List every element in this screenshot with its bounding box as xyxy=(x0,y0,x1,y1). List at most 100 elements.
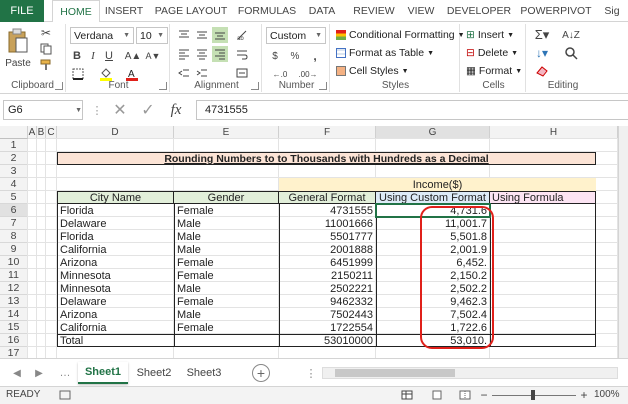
vertical-scrollbar[interactable] xyxy=(618,126,628,358)
zoom-out-icon[interactable]: − xyxy=(478,388,490,402)
general-format-cell[interactable]: 9462332 xyxy=(279,295,376,308)
increase-font-icon[interactable]: A▲ xyxy=(125,48,142,64)
currency-icon[interactable]: $ xyxy=(266,48,284,64)
align-right-icon[interactable] xyxy=(212,46,228,62)
row-header[interactable]: 10 xyxy=(0,256,28,269)
format-as-table-button[interactable]: Format as Table ▼ xyxy=(336,45,434,61)
formula-input[interactable]: 4731555 xyxy=(196,100,628,120)
add-sheet-icon[interactable]: + xyxy=(252,364,270,382)
city-cell[interactable]: Arizona xyxy=(57,256,174,269)
city-cell[interactable]: California xyxy=(57,243,174,256)
tab-insert[interactable]: INSERT xyxy=(104,0,144,22)
general-format-cell[interactable]: 1722554 xyxy=(279,321,376,334)
previous-sheet-icon[interactable]: ◀ xyxy=(10,365,24,381)
total-label[interactable]: Total xyxy=(57,334,174,347)
decrease-indent-icon[interactable] xyxy=(176,65,192,81)
fill-icon[interactable]: ↓▾ xyxy=(532,45,552,61)
gender-cell[interactable]: Female xyxy=(174,204,279,217)
percent-icon[interactable]: % xyxy=(286,48,304,64)
format-cells-button[interactable]: ▦ Format ▼ xyxy=(466,63,522,79)
gender-cell[interactable]: Male xyxy=(174,230,279,243)
conditional-formatting-button[interactable]: Conditional Formatting ▼ xyxy=(336,27,465,43)
row-header[interactable]: 9 xyxy=(0,243,28,256)
select-all-corner[interactable] xyxy=(0,126,28,139)
general-format-cell[interactable]: 4731555 xyxy=(279,204,376,217)
decrease-font-icon[interactable]: A▼ xyxy=(146,48,161,64)
row-header[interactable]: 4 xyxy=(0,178,28,191)
enter-icon[interactable]: ✓ xyxy=(138,101,158,119)
increase-indent-icon[interactable] xyxy=(194,65,210,81)
clipboard-launcher-icon[interactable] xyxy=(55,82,63,90)
more-options-icon[interactable]: ⋮ xyxy=(92,102,103,118)
row-header[interactable]: 12 xyxy=(0,282,28,295)
align-center-icon[interactable] xyxy=(194,46,210,62)
tab-sig[interactable]: Sig xyxy=(598,0,626,22)
general-format-cell[interactable]: 2001888 xyxy=(279,243,376,256)
tab-page-layout[interactable]: PAGE LAYOUT xyxy=(152,0,230,22)
tab-home[interactable]: HOME xyxy=(52,0,100,23)
align-left-icon[interactable] xyxy=(176,46,192,62)
tab-powerpivot[interactable]: POWERPIVOT xyxy=(518,0,594,22)
row-header[interactable]: 2 xyxy=(0,152,28,165)
macro-record-icon[interactable] xyxy=(58,388,72,402)
align-middle-icon[interactable] xyxy=(194,27,210,43)
gender-cell[interactable]: Male xyxy=(174,282,279,295)
gender-cell[interactable]: Male xyxy=(174,243,279,256)
row-header[interactable]: 16 xyxy=(0,334,28,347)
paste-icon[interactable] xyxy=(4,26,32,56)
sheet-tab-sheet2[interactable]: Sheet2 xyxy=(132,362,176,384)
bold-icon[interactable]: B xyxy=(70,48,84,64)
tab-view[interactable]: VIEW xyxy=(404,0,438,22)
copy-icon[interactable] xyxy=(38,42,54,56)
city-cell[interactable]: Delaware xyxy=(57,217,174,230)
cell-styles-button[interactable]: Cell Styles ▼ xyxy=(336,63,409,79)
align-bottom-icon[interactable] xyxy=(212,27,228,43)
general-format-cell[interactable]: 7502443 xyxy=(279,308,376,321)
gender-cell[interactable]: Female xyxy=(174,295,279,308)
city-cell[interactable]: Florida xyxy=(57,204,174,217)
city-cell[interactable]: Florida xyxy=(57,230,174,243)
page-layout-view-icon[interactable] xyxy=(430,388,444,402)
city-cell[interactable]: Delaware xyxy=(57,295,174,308)
total-general[interactable]: 53010000 xyxy=(279,334,376,347)
general-format-cell[interactable]: 2150211 xyxy=(279,269,376,282)
align-top-icon[interactable] xyxy=(176,27,192,43)
clear-icon[interactable] xyxy=(532,63,552,79)
row-header[interactable]: 14 xyxy=(0,308,28,321)
city-cell[interactable]: Minnesota xyxy=(57,282,174,295)
horizontal-scrollbar[interactable] xyxy=(322,367,618,379)
city-cell[interactable]: Minnesota xyxy=(57,269,174,282)
insert-function-icon[interactable]: fx xyxy=(164,101,188,119)
font-size-select[interactable]: 10 ▼ xyxy=(136,27,168,44)
zoom-slider-thumb[interactable] xyxy=(531,390,535,400)
more-options-icon[interactable]: ⋮ xyxy=(306,365,317,381)
more-sheets-icon[interactable]: … xyxy=(60,365,71,381)
tab-developer[interactable]: DEVELOPER xyxy=(446,0,512,22)
delete-cells-button[interactable]: ⊟ Delete ▼ xyxy=(466,45,518,61)
font-name-select[interactable]: Verdana ▼ xyxy=(70,27,134,44)
row-header-selected[interactable]: 6 xyxy=(0,204,28,217)
gender-cell[interactable]: Male xyxy=(174,217,279,230)
merge-center-icon[interactable] xyxy=(234,65,250,81)
gender-cell[interactable]: Male xyxy=(174,308,279,321)
orientation-icon[interactable]: ab xyxy=(234,27,250,43)
tab-review[interactable]: REVIEW xyxy=(350,0,398,22)
row-header[interactable]: 5 xyxy=(0,191,28,204)
cancel-icon[interactable]: ✕ xyxy=(110,101,130,119)
cut-icon[interactable]: ✂ xyxy=(38,26,54,40)
number-launcher-icon[interactable] xyxy=(319,82,327,90)
gender-cell[interactable]: Female xyxy=(174,256,279,269)
underline-icon[interactable]: U xyxy=(102,48,116,64)
row-header[interactable]: 1 xyxy=(0,139,28,152)
italic-icon[interactable]: I xyxy=(86,48,100,64)
wrap-text-icon[interactable] xyxy=(234,46,250,62)
gender-cell[interactable]: Female xyxy=(174,321,279,334)
tab-file[interactable]: FILE xyxy=(0,0,44,22)
sheet-tab-sheet1[interactable]: Sheet1 xyxy=(78,362,128,384)
autosum-icon[interactable]: Σ▾ xyxy=(532,27,552,43)
general-format-cell[interactable]: 5501777 xyxy=(279,230,376,243)
font-launcher-icon[interactable] xyxy=(159,82,167,90)
row-header[interactable]: 13 xyxy=(0,295,28,308)
general-format-cell[interactable]: 11001666 xyxy=(279,217,376,230)
row-header[interactable]: 17 xyxy=(0,347,28,358)
